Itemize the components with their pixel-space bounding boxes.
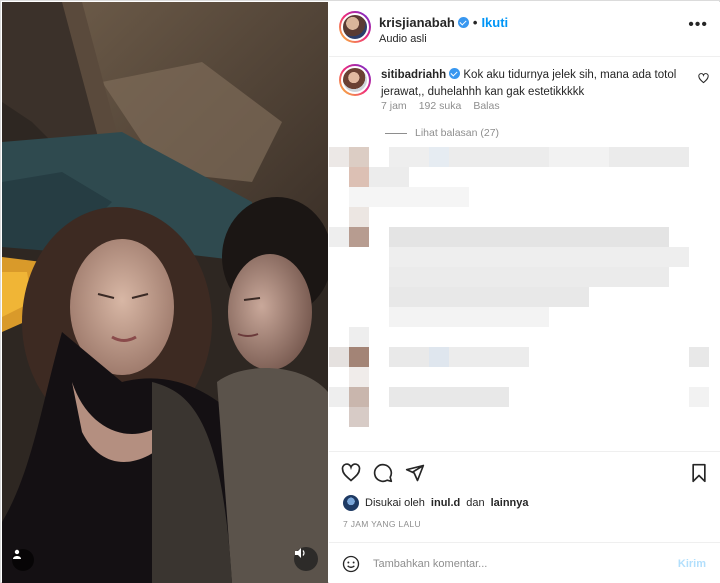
- audio-icon[interactable]: [294, 547, 318, 571]
- share-icon[interactable]: [405, 463, 425, 488]
- post-author-username[interactable]: krisjianabah: [379, 15, 455, 30]
- audio-link[interactable]: Audio asli: [379, 33, 427, 45]
- avatar[interactable]: [343, 495, 359, 511]
- blurred-comments: [329, 147, 720, 447]
- comment-meta: 7 jam 192 suka Balas: [381, 100, 500, 112]
- post-dialog: krisjianabah • Ikuti Audio asli ••• sitiba…: [0, 0, 720, 583]
- comment-time: 7 jam: [381, 100, 407, 112]
- likes-others-link[interactable]: lainnya: [491, 497, 529, 509]
- user-tag-icon[interactable]: [12, 549, 34, 571]
- post-timestamp: 7 JAM YANG LALU: [343, 519, 421, 529]
- likes-prefix: Disukai oleh: [365, 497, 425, 509]
- add-comment-bar: Kirim: [329, 542, 720, 583]
- likes-summary: Disukai oleh inul.d dan lainnya: [343, 495, 529, 511]
- follow-button[interactable]: Ikuti: [481, 15, 508, 30]
- comment-input[interactable]: [373, 554, 663, 574]
- post-actions: [329, 451, 720, 491]
- post-video[interactable]: [2, 2, 328, 583]
- likes-connector: dan: [466, 497, 485, 509]
- post-side-panel: krisjianabah • Ikuti Audio asli ••• sitiba…: [329, 2, 720, 583]
- verified-badge-icon: [449, 68, 461, 79]
- emoji-icon[interactable]: [342, 555, 360, 578]
- heart-icon[interactable]: [341, 463, 361, 488]
- bookmark-icon[interactable]: [690, 463, 708, 488]
- divider: [385, 132, 407, 134]
- comment-text-block: sitibadriahh Kok aku tidurnya jelek sih,…: [381, 67, 691, 101]
- comment-heart-icon[interactable]: [698, 71, 709, 89]
- comment-username[interactable]: sitibadriahh: [381, 69, 446, 81]
- video-frame-image: [2, 2, 328, 583]
- view-replies-label: Lihat balasan (27): [415, 127, 500, 139]
- comment-icon[interactable]: [373, 463, 393, 488]
- header-user-line: krisjianabah • Ikuti: [379, 15, 508, 30]
- liker-username[interactable]: inul.d: [431, 497, 460, 509]
- separator: •: [472, 15, 478, 30]
- avatar[interactable]: [339, 64, 371, 96]
- post-comment-button[interactable]: Kirim: [678, 558, 706, 570]
- post-header: krisjianabah • Ikuti Audio asli •••: [329, 2, 720, 57]
- view-replies-button[interactable]: Lihat balasan (27): [385, 127, 499, 139]
- verified-badge-icon: [457, 17, 469, 28]
- more-options-icon[interactable]: •••: [688, 16, 708, 34]
- reply-button[interactable]: Balas: [473, 100, 499, 112]
- comment-like-count[interactable]: 192 suka: [419, 100, 462, 112]
- avatar[interactable]: [339, 11, 371, 43]
